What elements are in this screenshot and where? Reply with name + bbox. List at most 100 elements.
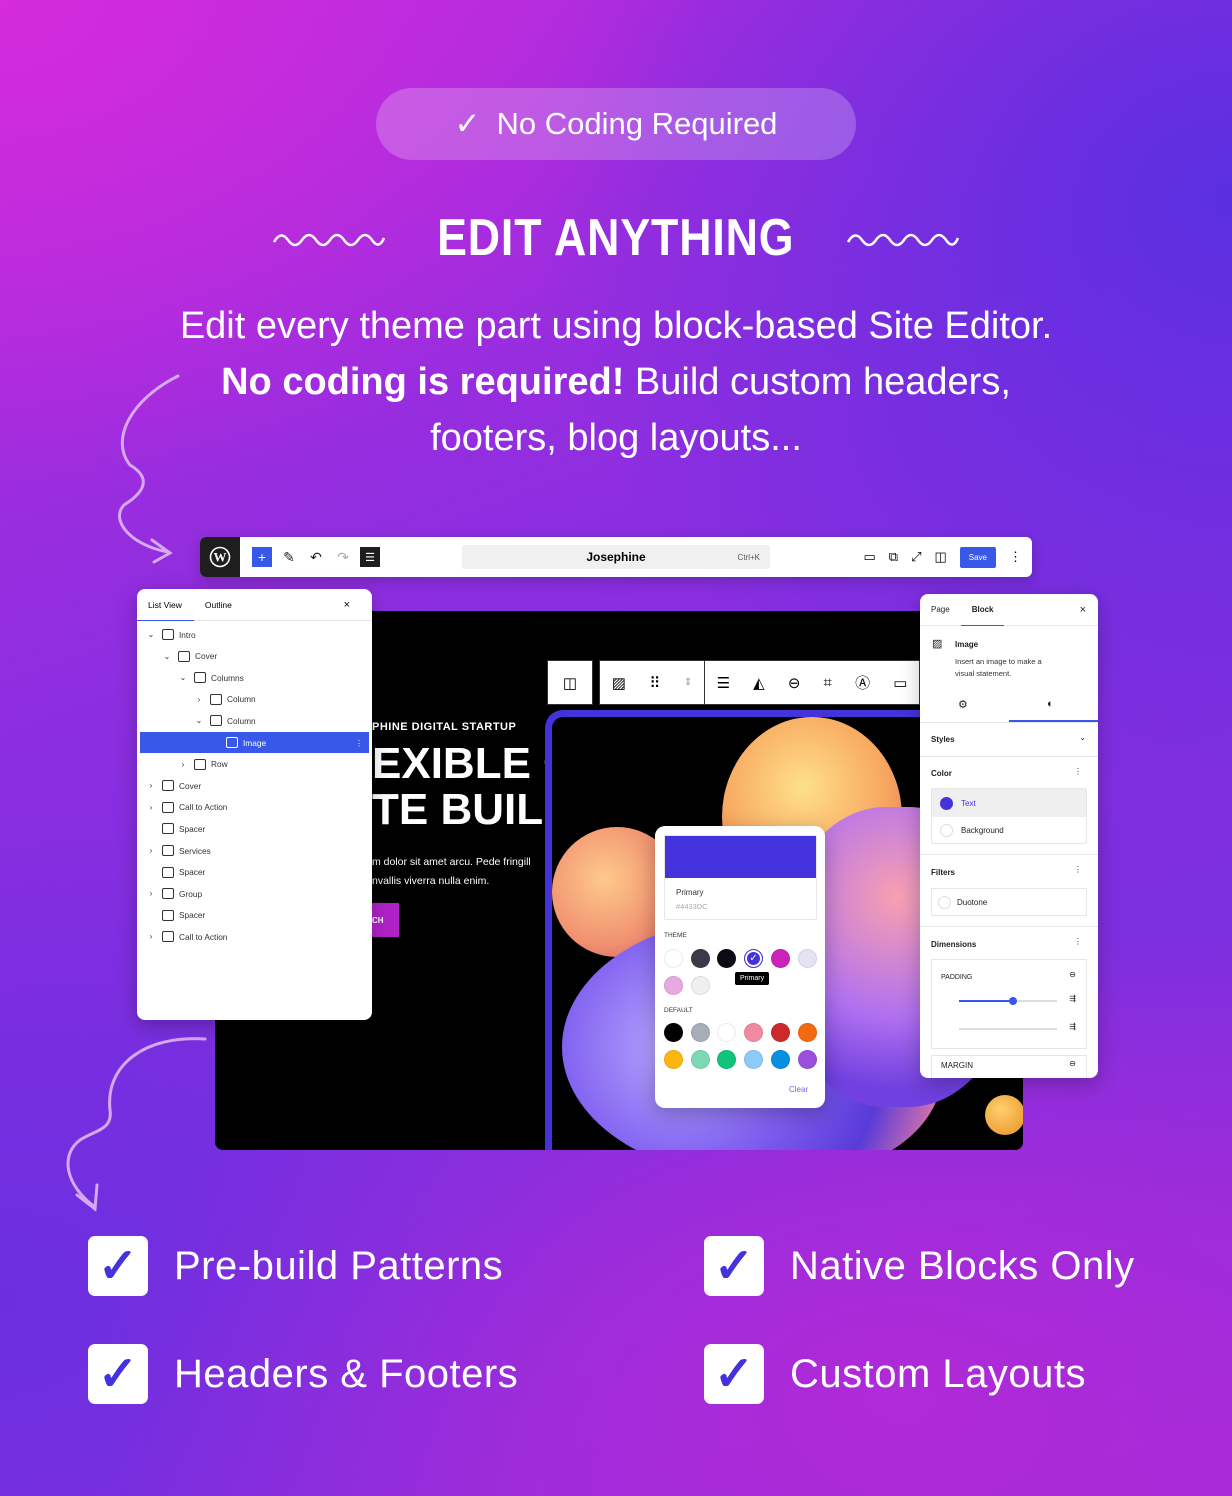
list-item[interactable]: Image ⋮ xyxy=(140,732,369,753)
move-up-down-icon[interactable]: ⇕ xyxy=(684,677,692,688)
canvas-cta-button[interactable]: CH xyxy=(372,903,399,937)
caption-icon[interactable]: ▭ xyxy=(893,674,907,692)
color-swatch[interactable] xyxy=(744,1050,764,1069)
chevron-right-icon[interactable]: › xyxy=(178,760,188,769)
list-item[interactable]: › Call to Action xyxy=(140,797,369,818)
group-icon xyxy=(162,845,174,856)
chevron-down-icon[interactable]: ⌄ xyxy=(162,652,172,661)
chevron-right-icon[interactable]: › xyxy=(146,846,156,855)
chevron-down-icon[interactable]: ⌄ xyxy=(178,673,188,682)
fullscreen-icon[interactable]: ⤢ xyxy=(911,549,921,565)
external-link-icon[interactable]: ⧉ xyxy=(889,549,898,565)
close-icon[interactable]: × xyxy=(344,599,350,611)
curved-arrow-icon xyxy=(118,374,180,564)
list-item-label: Group xyxy=(179,888,203,899)
list-item[interactable]: Spacer xyxy=(140,862,369,883)
more-options-icon[interactable]: ⋮ xyxy=(1074,865,1082,874)
padding-slider[interactable] xyxy=(959,997,1057,1005)
sliders-icon[interactable]: ⇶ xyxy=(1069,994,1076,1003)
styles-contrast-icon[interactable]: ◐ xyxy=(1047,698,1054,710)
more-options-icon[interactable]: ⋮ xyxy=(1009,549,1022,565)
more-options-icon[interactable]: ⋮ xyxy=(1074,767,1082,776)
drag-handle-icon[interactable]: ⠿ xyxy=(649,674,660,692)
padding-slider[interactable] xyxy=(959,1028,1057,1030)
color-swatch[interactable] xyxy=(690,1023,710,1042)
color-swatch[interactable] xyxy=(717,1050,737,1069)
styles-section[interactable]: Styles ⌄ xyxy=(920,722,1098,756)
list-item[interactable]: › Row xyxy=(140,754,369,775)
tab-block[interactable]: Block xyxy=(972,605,994,614)
document-overview-icon[interactable]: ☰ xyxy=(360,547,380,567)
chevron-right-icon[interactable]: › xyxy=(146,932,156,941)
tab-list-view[interactable]: List View xyxy=(148,600,182,610)
add-block-button[interactable]: + xyxy=(252,547,272,567)
list-item[interactable]: › Cover xyxy=(140,775,369,796)
link-icon[interactable]: ⊖ xyxy=(1069,1059,1076,1068)
chevron-right-icon[interactable]: › xyxy=(146,889,156,898)
chevron-right-icon[interactable]: › xyxy=(146,781,156,790)
list-item[interactable]: › Column xyxy=(140,689,369,710)
save-button[interactable]: Save xyxy=(959,546,996,568)
clear-button[interactable]: Clear xyxy=(789,1085,808,1094)
color-swatch[interactable] xyxy=(797,1050,817,1069)
color-swatch[interactable]: ✓ xyxy=(744,949,764,968)
block-parent-toolbar: ◫ xyxy=(547,660,593,705)
tab-page[interactable]: Page xyxy=(931,605,950,614)
image-icon[interactable]: ▨ xyxy=(612,674,626,692)
list-item[interactable]: ⌄ Cover xyxy=(140,646,369,667)
list-item[interactable]: ⌄ Column xyxy=(140,710,369,731)
list-item[interactable]: ⌄ Columns xyxy=(140,667,369,688)
pencil-icon[interactable]: ✎ xyxy=(279,547,299,567)
close-icon[interactable]: × xyxy=(1080,604,1086,616)
duotone-option[interactable]: Duotone xyxy=(931,888,1087,916)
color-swatch[interactable] xyxy=(717,1023,737,1042)
text-overlay-icon[interactable]: Ⓐ xyxy=(855,672,870,693)
desktop-view-icon[interactable]: ▭ xyxy=(863,549,875,565)
color-swatch[interactable] xyxy=(770,1050,790,1069)
align-icon[interactable]: ☰ xyxy=(717,674,730,692)
wordpress-logo-icon[interactable]: W xyxy=(200,537,240,577)
link-icon[interactable]: ⊖ xyxy=(1069,970,1076,979)
color-swatch[interactable] xyxy=(690,976,710,995)
sliders-icon[interactable]: ⇶ xyxy=(1069,1022,1076,1031)
color-swatch[interactable] xyxy=(664,949,683,968)
chevron-right-icon[interactable]: › xyxy=(194,695,204,704)
text-color-option[interactable]: Text xyxy=(932,789,1086,817)
chevron-down-icon[interactable]: ⌄ xyxy=(194,716,204,725)
feature-label: Pre-build Patterns xyxy=(174,1244,504,1288)
list-item[interactable]: › Call to Action xyxy=(140,926,369,947)
more-options-icon[interactable]: ⋮ xyxy=(355,738,363,748)
chevron-right-icon[interactable]: › xyxy=(146,803,156,812)
duotone-icon[interactable]: ◭ xyxy=(753,674,765,692)
list-item[interactable]: › Group xyxy=(140,883,369,904)
undo-icon[interactable]: ↶ xyxy=(306,547,326,567)
list-item-label: Row xyxy=(211,759,228,770)
color-swatch[interactable] xyxy=(797,1023,817,1042)
list-item[interactable]: Spacer xyxy=(140,818,369,839)
redo-icon[interactable]: ↷ xyxy=(333,547,353,567)
color-swatch[interactable] xyxy=(797,949,817,968)
chevron-down-icon[interactable]: ⌄ xyxy=(146,630,156,639)
link-icon[interactable]: ⊖ xyxy=(788,674,801,692)
command-palette[interactable]: Josephine Ctrl+K xyxy=(462,545,770,569)
color-swatch[interactable] xyxy=(770,1023,790,1042)
color-swatch[interactable] xyxy=(664,1050,683,1069)
list-item[interactable]: › Services xyxy=(140,840,369,861)
color-swatch[interactable] xyxy=(770,949,790,968)
list-item[interactable]: Spacer xyxy=(140,905,369,926)
color-swatch[interactable] xyxy=(690,949,710,968)
sidebar-toggle-icon[interactable]: ◫ xyxy=(934,549,946,565)
background-color-option[interactable]: Background xyxy=(932,817,1086,844)
columns-icon[interactable]: ◫ xyxy=(563,674,577,692)
color-swatch[interactable] xyxy=(717,949,737,968)
color-swatch[interactable] xyxy=(690,1050,710,1069)
crop-icon[interactable]: ⌗ xyxy=(824,674,832,691)
color-swatch[interactable] xyxy=(744,1023,764,1042)
color-swatch[interactable] xyxy=(664,1023,683,1042)
color-swatch[interactable] xyxy=(664,976,683,995)
settings-gear-icon[interactable]: ⚙ xyxy=(958,698,968,711)
list-item[interactable]: ⌄ Intro xyxy=(140,624,369,645)
more-options-icon[interactable]: ⋮ xyxy=(1074,937,1082,946)
tab-outline[interactable]: Outline xyxy=(205,600,232,610)
image-icon: ▨ xyxy=(932,638,943,650)
